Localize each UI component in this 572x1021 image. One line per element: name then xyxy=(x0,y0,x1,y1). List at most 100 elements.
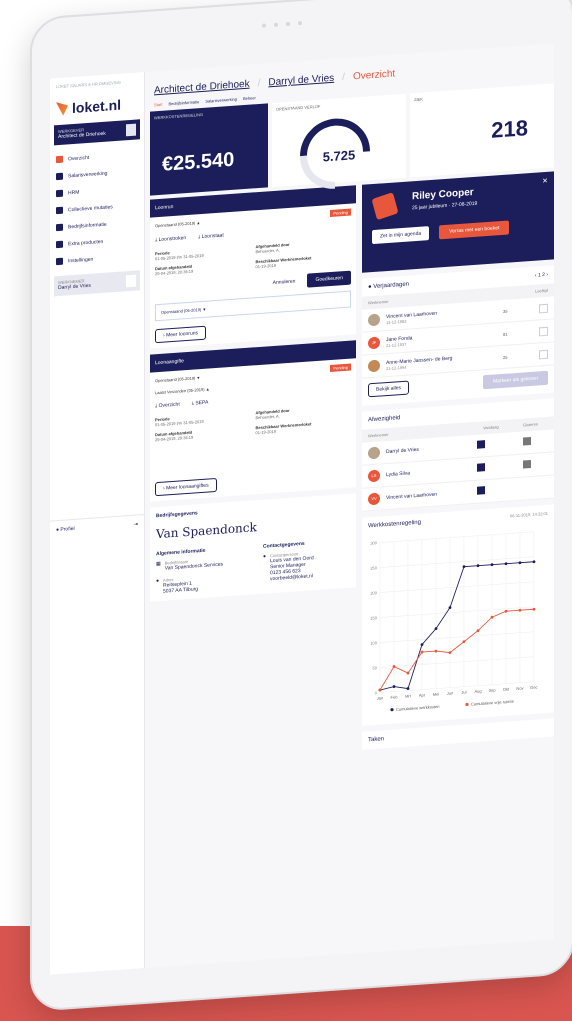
data-point xyxy=(476,629,480,633)
status-badge: Pending xyxy=(330,208,351,218)
legend-marker xyxy=(390,708,394,712)
avatar xyxy=(368,446,380,460)
download-label: Overzicht xyxy=(158,401,180,410)
person-icon: ● xyxy=(263,553,267,560)
close-icon[interactable]: ✕ xyxy=(542,177,548,185)
chevron-up-icon: ▲ xyxy=(196,220,201,226)
employee-name: Darryl de Vries xyxy=(58,282,91,292)
send-bouquet-button[interactable]: Verras met een boeket xyxy=(439,220,510,240)
sidebar-item-label: Extra producten xyxy=(68,238,104,247)
breadcrumb-employee[interactable]: Darryl de Vries xyxy=(268,73,334,89)
card-title: Taken xyxy=(368,736,385,744)
x-tick-label: Apr xyxy=(419,692,426,697)
chevron-down-icon: ▼ xyxy=(196,375,201,381)
age: 25 xyxy=(503,354,508,360)
employee-name: Vincent van Laarhoven xyxy=(386,491,438,502)
kpi-value: €25.540 xyxy=(162,148,235,176)
download-sepa[interactable]: ⤓ SEPA xyxy=(192,400,209,407)
button-label: Meer loonaangiftes xyxy=(166,482,209,492)
gift-icon xyxy=(371,192,399,221)
sidebar-item-label: Collectieve mutaties xyxy=(68,203,113,213)
grid-line xyxy=(380,556,534,568)
col-header: Gisteren xyxy=(523,421,539,428)
page-next[interactable]: 2 xyxy=(542,272,545,278)
employee-name: Lydia Silva xyxy=(386,470,410,479)
card-title: Afwezigheid xyxy=(368,415,401,424)
employer-menu-icon[interactable] xyxy=(126,123,136,137)
tab-salarisverwerking[interactable]: Salarisverwerking xyxy=(205,97,237,104)
avatar: LS xyxy=(368,469,380,483)
mark-read-button[interactable]: Markeer als gelezen xyxy=(482,370,548,390)
logout-icon[interactable]: ⇥ xyxy=(134,521,138,527)
page-current[interactable]: 1 xyxy=(538,272,541,278)
logo-mark-icon xyxy=(56,101,68,116)
y-tick-label: 0 xyxy=(375,690,378,695)
more-loonaangiftes-button[interactable]: › Meer loonaangiftes xyxy=(155,477,217,497)
employee-menu-icon[interactable] xyxy=(126,274,136,288)
approve-button[interactable]: Goedkeuren xyxy=(307,270,351,288)
profile-icon: ● xyxy=(56,526,60,534)
col-header: Leeftijd xyxy=(535,287,548,294)
period-toggle[interactable]: Openstaand (05-2019) ▲ xyxy=(155,220,200,228)
meta-periode: Periode 01-05-2019 t/m 31-05-2019 xyxy=(155,411,251,427)
meta-value: Behoerder, A. xyxy=(255,247,280,255)
download-overzicht[interactable]: ⤓ Overzicht xyxy=(155,402,180,410)
meta-periode: Periode 01-05-2019 t/m 31-05-2019 xyxy=(155,245,251,261)
download-loonstroken[interactable]: ⤓ Loonstroken xyxy=(155,235,186,243)
wallet-icon xyxy=(56,172,63,181)
avatar xyxy=(368,359,380,373)
age: 81 xyxy=(503,331,508,337)
x-tick-label: Aug xyxy=(474,688,481,693)
card-title: ● Verjaardagen xyxy=(368,281,409,290)
row-checkbox[interactable] xyxy=(539,349,548,359)
sidebar-item-label: HRM xyxy=(68,189,80,196)
tab-bedrijfsinformatie[interactable]: Bedrijfsinformatie xyxy=(168,99,199,106)
view-all-button[interactable]: Bekijk alles xyxy=(368,380,410,398)
data-point xyxy=(518,608,522,612)
download-icon: ⤓ xyxy=(191,400,194,407)
loonaangifte-card: Loonaangifte Openstaand (05-2019) ▼ Pend… xyxy=(150,340,356,502)
cancel-button[interactable]: Annuleren xyxy=(267,274,302,290)
grid-line xyxy=(380,631,534,643)
kpi-ziek[interactable]: ZIEK 218 xyxy=(410,83,554,178)
y-tick-label: 200 xyxy=(370,590,377,596)
left-column: Loonrun Openstaand (05-2019) ▲ Pending ⤓… xyxy=(150,185,356,770)
dashboard-columns: Loonrun Openstaand (05-2019) ▲ Pending ⤓… xyxy=(150,171,554,770)
more-loonruns-button[interactable]: › Meer loonruns xyxy=(155,325,207,344)
tab-start[interactable]: Start xyxy=(154,102,162,108)
sidebar-item-label: Overzicht xyxy=(68,154,90,162)
row-checkbox[interactable] xyxy=(539,326,548,336)
x-tick-label: Mei xyxy=(433,691,440,696)
building-icon xyxy=(56,223,63,232)
kpi-werkkostenregeling[interactable]: WERKKOSTENREGELING €25.540 xyxy=(150,103,268,196)
people-icon xyxy=(56,189,63,198)
birthdays-card: ● Verjaardagen ‹ 1 2 › Werknemer Leeftij… xyxy=(362,265,554,406)
employee-selector[interactable]: WERKNEMER Darryl de Vries xyxy=(54,270,140,297)
prev-page-icon[interactable]: ‹ xyxy=(535,273,537,279)
werkkosten-chart-card: Werkkostenregeling 06-11-2019, 14:32:01 … xyxy=(362,504,554,726)
tablet-camera xyxy=(262,20,322,28)
legend-label: Cumulatieve werkkosten xyxy=(396,704,440,712)
absent-today-icon xyxy=(477,440,485,449)
company-card: Bedrijfsgegevens Van Spaendonck Algemene… xyxy=(150,493,356,602)
pagination: ‹ 1 2 › xyxy=(535,272,548,279)
age: 35 xyxy=(503,308,508,314)
add-to-agenda-button[interactable]: Zet in mijn agenda xyxy=(372,226,430,245)
next-page-icon[interactable]: › xyxy=(546,272,548,278)
grid-icon xyxy=(56,206,63,215)
tablet-device: LOKET SALARIS & HR OMGEVING loket.nl WER… xyxy=(30,0,572,1012)
building-icon: ▦ xyxy=(156,560,161,568)
kpi-openstaand-verlof[interactable]: OPENSTAAND VERLOF 5.725 xyxy=(272,93,406,204)
download-loonstaat[interactable]: ⤓ Loonstaat xyxy=(198,232,224,240)
period-label: Openstaand (05-2019) xyxy=(161,307,202,315)
tab-beheer[interactable]: Beheer xyxy=(243,95,256,101)
breadcrumb-employer[interactable]: Architect de Driehoek xyxy=(154,79,250,97)
profile-link[interactable]: ● Profiel xyxy=(56,526,75,533)
row-checkbox[interactable] xyxy=(539,303,548,313)
col-header: Werknemer xyxy=(368,298,389,306)
period-toggle[interactable]: Openstaand (05-2019) ▼ xyxy=(155,375,200,383)
data-point xyxy=(434,627,438,631)
y-tick-label: 300 xyxy=(370,540,377,546)
gear-icon xyxy=(56,257,63,266)
sidebar-footer: ● Profiel ⇥ xyxy=(50,514,144,540)
